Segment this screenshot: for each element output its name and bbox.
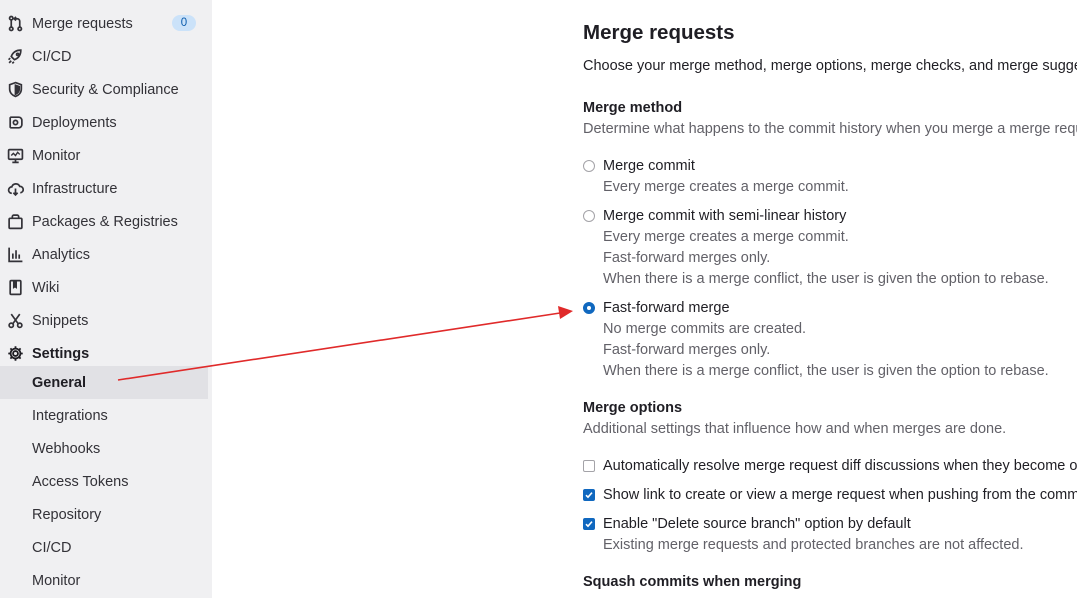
sidebar-item-security-compliance[interactable]: Security & Compliance — [0, 73, 208, 106]
page-intro: Choose your merge method, merge options,… — [583, 58, 1077, 74]
sidebar-item-monitor[interactable]: Monitor — [0, 139, 208, 172]
sidebar-item-label: Analytics — [32, 246, 91, 263]
show-link-checkbox[interactable] — [583, 489, 595, 501]
sidebar-subitem-label: Repository — [32, 506, 102, 523]
merge-commit-label[interactable]: Merge commit — [603, 158, 695, 174]
sidebar-subitem-access-tokens[interactable]: Access Tokens — [0, 465, 208, 498]
squash-heading: Squash commits when merging — [583, 574, 802, 590]
sidebar-subitem-label: Access Tokens — [32, 473, 129, 490]
shield-icon — [7, 81, 24, 98]
sidebar-item-infrastructure[interactable]: Infrastructure — [0, 172, 208, 205]
fast-forward-help-1: No merge commits are created. — [603, 321, 807, 337]
auto-resolve-label[interactable]: Automatically resolve merge request diff… — [603, 458, 1077, 474]
book-icon — [7, 279, 24, 296]
count-badge: 0 — [172, 15, 196, 31]
semi-linear-help-3: When there is a merge conflict, the user… — [603, 271, 1049, 287]
gear-icon — [7, 345, 24, 362]
package-icon — [7, 213, 24, 230]
sidebar-subitem-cicd[interactable]: CI/CD — [0, 531, 208, 564]
sidebar-item-label: CI/CD — [32, 48, 72, 65]
sidebar-subitem-label: CI/CD — [32, 539, 72, 556]
cloud-icon — [7, 180, 24, 197]
sidebar-item-packages-registries[interactable]: Packages & Registries — [0, 205, 208, 238]
sidebar-item-label: Settings — [32, 345, 90, 362]
merge-method-description: Determine what happens to the commit his… — [583, 121, 1077, 137]
semi-linear-help-1: Every merge creates a merge commit. — [603, 229, 849, 245]
delete-source-branch-help: Existing merge requests and protected br… — [603, 537, 1024, 553]
sidebar-subitem-webhooks[interactable]: Webhooks — [0, 432, 208, 465]
sidebar-item-label: Merge requests — [32, 15, 133, 32]
fast-forward-radio[interactable] — [583, 302, 595, 314]
deployments-icon — [7, 114, 24, 131]
check-icon — [585, 492, 593, 499]
fast-forward-help-2: Fast-forward merges only. — [603, 342, 771, 358]
sidebar-item-label: Monitor — [32, 147, 81, 164]
settings-content: Merge requests Choose your merge method,… — [583, 0, 1077, 598]
semi-linear-label[interactable]: Merge commit with semi-linear history — [603, 208, 846, 224]
sidebar-item-label: Packages & Registries — [32, 213, 178, 230]
merge-request-icon — [7, 15, 24, 32]
check-icon — [585, 521, 593, 528]
scissors-icon — [7, 312, 24, 329]
sidebar-item-label: Snippets — [32, 312, 89, 329]
sidebar-item-label: Wiki — [32, 279, 60, 296]
sidebar-item-label: Deployments — [32, 114, 117, 131]
show-link-label[interactable]: Show link to create or view a merge requ… — [603, 487, 1077, 503]
sidebar-subitem-label: Webhooks — [32, 440, 101, 457]
merge-commit-radio[interactable] — [583, 160, 595, 172]
merge-options-description: Additional settings that influence how a… — [583, 421, 1007, 437]
sidebar-item-snippets[interactable]: Snippets — [0, 304, 208, 337]
sidebar-item-deployments[interactable]: Deployments — [0, 106, 208, 139]
sidebar-item-analytics[interactable]: Analytics — [0, 238, 208, 271]
delete-source-branch-checkbox[interactable] — [583, 518, 595, 530]
page-title: Merge requests — [583, 21, 735, 44]
sidebar-item-merge-requests[interactable]: Merge requests 0 — [0, 7, 208, 40]
sidebar-subitem-label: General — [32, 374, 86, 391]
sidebar-subitem-repository[interactable]: Repository — [0, 498, 208, 531]
auto-resolve-checkbox[interactable] — [583, 460, 595, 472]
rocket-icon — [7, 48, 24, 65]
merge-commit-help: Every merge creates a merge commit. — [603, 179, 849, 195]
arrowhead-icon — [558, 306, 573, 319]
semi-linear-help-2: Fast-forward merges only. — [603, 250, 771, 266]
sidebar-item-cicd[interactable]: CI/CD — [0, 40, 208, 73]
monitor-icon — [7, 147, 24, 164]
merge-options-heading: Merge options — [583, 400, 683, 416]
fast-forward-label[interactable]: Fast-forward merge — [603, 300, 730, 316]
sidebar-item-label: Security & Compliance — [32, 81, 179, 98]
sidebar-subitem-general[interactable]: General — [0, 366, 208, 399]
sidebar-subitem-label: Monitor — [32, 572, 81, 589]
delete-source-branch-label[interactable]: Enable "Delete source branch" option by … — [603, 516, 911, 532]
fast-forward-help-3: When there is a merge conflict, the user… — [603, 363, 1049, 379]
sidebar-subitem-monitor[interactable]: Monitor — [0, 564, 208, 597]
sidebar-subitem-integrations[interactable]: Integrations — [0, 399, 208, 432]
sidebar: Merge requests 0 CI/CD Security & Compli… — [0, 0, 212, 598]
sidebar-item-wiki[interactable]: Wiki — [0, 271, 208, 304]
sidebar-item-label: Infrastructure — [32, 180, 118, 197]
merge-method-heading: Merge method — [583, 100, 683, 116]
semi-linear-radio[interactable] — [583, 210, 595, 222]
sidebar-subitem-label: Integrations — [32, 407, 108, 424]
chart-icon — [7, 246, 24, 263]
